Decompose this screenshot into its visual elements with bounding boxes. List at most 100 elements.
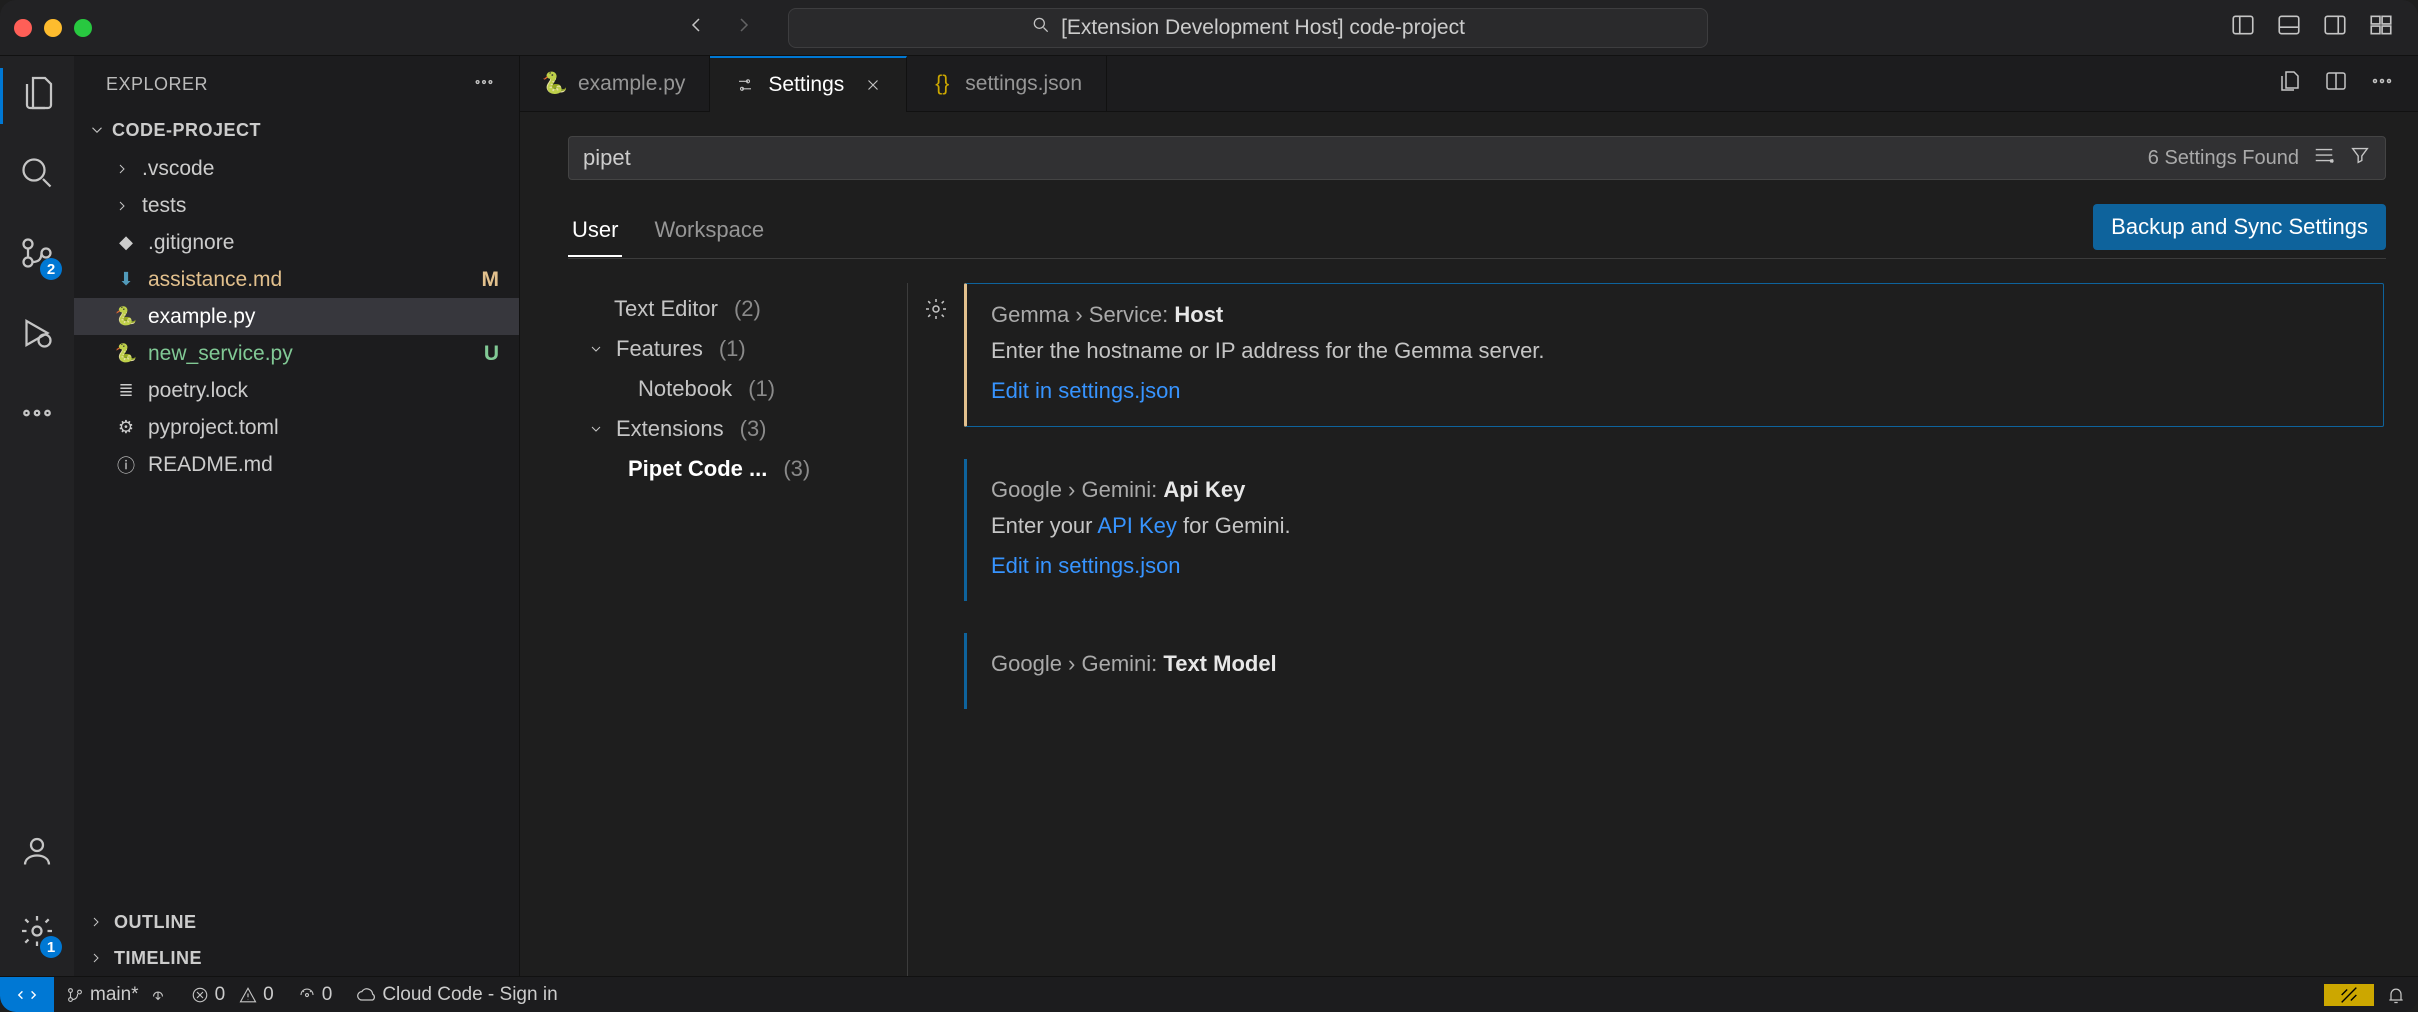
cloud-code[interactable]: Cloud Code - Sign in: [344, 977, 569, 1012]
chevron-down-icon: [88, 121, 106, 139]
setting-gemini-text-model[interactable]: Google › Gemini: Text Model: [964, 633, 2384, 709]
toc-label: Extensions: [616, 416, 724, 442]
tab-settings-json[interactable]: {} settings.json: [907, 56, 1107, 112]
toc-count: (3): [740, 416, 767, 442]
scope-user[interactable]: User: [568, 207, 622, 257]
layout-primary-sidebar-icon[interactable]: [2230, 12, 2256, 44]
outline-panel[interactable]: OUTLINE: [74, 904, 519, 940]
folder-vscode[interactable]: .vscode: [74, 150, 519, 187]
layout-secondary-sidebar-icon[interactable]: [2322, 12, 2348, 44]
chevron-right-icon: [114, 198, 132, 214]
folder-label: tests: [142, 194, 186, 218]
gear-icon[interactable]: [924, 297, 948, 327]
outline-label: OUTLINE: [114, 912, 197, 933]
toc-count: (3): [783, 456, 810, 482]
gitignore-icon: ◆: [114, 231, 138, 255]
problems[interactable]: 0 0: [179, 977, 286, 1012]
activity-run[interactable]: [0, 308, 74, 364]
file-gitignore[interactable]: ◆ .gitignore: [74, 224, 519, 261]
filter-icon[interactable]: [2349, 144, 2371, 172]
files-icon: [21, 75, 57, 117]
remote-indicator[interactable]: [0, 977, 54, 1012]
minimize-window[interactable]: [44, 19, 62, 37]
scope-workspace[interactable]: Workspace: [650, 207, 768, 255]
toc-count: (1): [748, 376, 775, 402]
file-new-service[interactable]: 🐍 new_service.py U: [74, 335, 519, 372]
settings-badge: 1: [40, 936, 62, 958]
git-untracked-badge: U: [484, 342, 499, 366]
explorer-title: EXPLORER: [106, 74, 208, 95]
toc-features[interactable]: Features (1): [568, 329, 907, 369]
command-center[interactable]: [Extension Development Host] code-projec…: [788, 8, 1708, 48]
layout-panel-icon[interactable]: [2276, 12, 2302, 44]
settings-sliders-icon: [734, 74, 756, 96]
open-changes-icon[interactable]: [2278, 69, 2302, 99]
file-label: poetry.lock: [148, 379, 248, 403]
file-readme[interactable]: ⓘ README.md: [74, 446, 519, 483]
activity-scm[interactable]: 2: [0, 228, 74, 284]
ellipsis-icon: [19, 395, 55, 437]
settings-search-input[interactable]: pipet 6 Settings Found: [568, 136, 2386, 180]
chevron-down-icon: [588, 341, 608, 357]
clear-search-icon[interactable]: [2313, 144, 2335, 172]
run-debug-icon: [19, 315, 55, 357]
file-label: assistance.md: [148, 268, 282, 292]
setting-gemini-api-key[interactable]: Google › Gemini: Api Key Enter your API …: [964, 459, 2384, 601]
toc-text-editor[interactable]: Text Editor (2): [568, 289, 907, 329]
tab-example-py[interactable]: 🐍 example.py: [520, 56, 710, 112]
file-poetry-lock[interactable]: ≣ poetry.lock: [74, 372, 519, 409]
setting-gemma-host[interactable]: Gemma › Service: Host Enter the hostname…: [964, 283, 2384, 427]
file-example[interactable]: 🐍 example.py: [74, 298, 519, 335]
file-label: README.md: [148, 453, 273, 477]
branch-name: main*: [90, 984, 139, 1006]
file-label: new_service.py: [148, 342, 293, 366]
customize-layout-icon[interactable]: [2368, 12, 2394, 44]
timeline-label: TIMELINE: [114, 948, 202, 969]
activity-search[interactable]: [0, 148, 74, 204]
python-icon: 🐍: [544, 73, 566, 95]
split-editor-icon[interactable]: [2324, 69, 2348, 99]
search-value: pipet: [583, 145, 631, 171]
notifications[interactable]: [2374, 985, 2418, 1005]
gear-icon: ⚙: [114, 416, 138, 440]
close-window[interactable]: [14, 19, 32, 37]
error-count: 0: [215, 984, 226, 1006]
cloud-label: Cloud Code - Sign in: [382, 984, 557, 1006]
python-icon: 🐍: [114, 342, 138, 366]
status-bar: main* 0 0 0 Cloud Code - Sign in: [0, 976, 2418, 1012]
activity-settings[interactable]: 1: [0, 906, 74, 962]
toc-extensions[interactable]: Extensions (3): [568, 409, 907, 449]
edit-in-settings-json-link[interactable]: Edit in settings.json: [991, 378, 2359, 404]
timeline-panel[interactable]: TIMELINE: [74, 940, 519, 976]
info-icon: ⓘ: [114, 453, 138, 477]
close-icon[interactable]: [864, 76, 882, 94]
python-icon: 🐍: [114, 305, 138, 329]
maximize-window[interactable]: [74, 19, 92, 37]
explorer-more-icon[interactable]: [473, 71, 495, 98]
api-key-link[interactable]: API Key: [1097, 513, 1176, 538]
ports[interactable]: 0: [286, 977, 345, 1012]
toc-notebook[interactable]: Notebook (1): [568, 369, 907, 409]
backup-sync-button[interactable]: Backup and Sync Settings: [2093, 204, 2386, 250]
scope-label: Workspace: [654, 217, 764, 242]
activity-account[interactable]: [0, 826, 74, 882]
chevron-down-icon: [588, 421, 608, 437]
status-warning-icon[interactable]: [2324, 984, 2374, 1006]
more-actions-icon[interactable]: [2370, 69, 2394, 99]
tab-settings[interactable]: Settings: [710, 56, 907, 112]
activity-more[interactable]: [0, 388, 74, 444]
titlebar: [Extension Development Host] code-projec…: [0, 0, 2418, 56]
edit-in-settings-json-link[interactable]: Edit in settings.json: [991, 553, 2360, 579]
activity-explorer[interactable]: [0, 68, 74, 124]
folder-tests[interactable]: tests: [74, 187, 519, 224]
project-root[interactable]: CODE-PROJECT: [74, 112, 519, 148]
toc-label: Notebook: [638, 376, 732, 402]
file-assistance[interactable]: ⬇ assistance.md M: [74, 261, 519, 298]
file-pyproject[interactable]: ⚙ pyproject.toml: [74, 409, 519, 446]
settings-editor: pipet 6 Settings Found User Workspace Ba…: [520, 112, 2418, 976]
git-branch[interactable]: main*: [54, 977, 179, 1012]
nav-back-icon[interactable]: [684, 13, 708, 43]
nav-forward-icon[interactable]: [732, 13, 756, 43]
toc-count: (1): [719, 336, 746, 362]
toc-pipet[interactable]: Pipet Code ... (3): [568, 449, 907, 489]
